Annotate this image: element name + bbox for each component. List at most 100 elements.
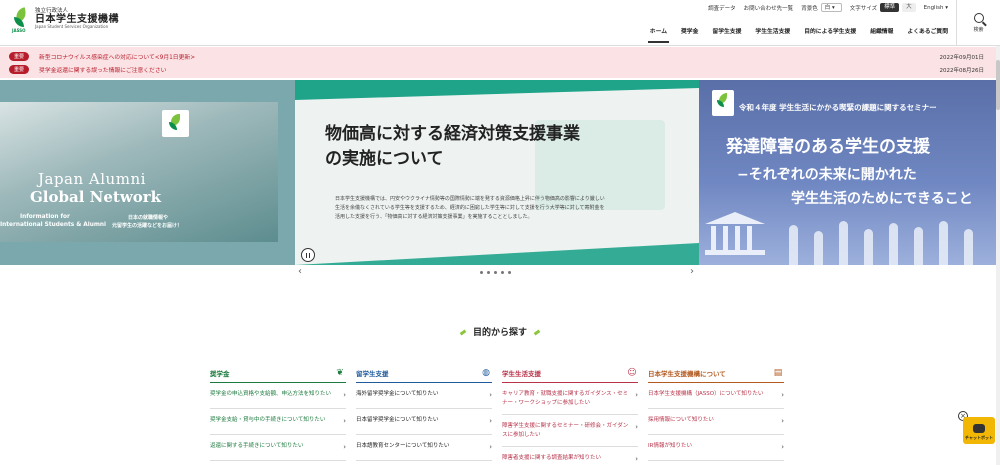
carousel-dots <box>480 271 511 274</box>
robot-icon <box>973 424 985 433</box>
notice-item[interactable]: 重要 奨学金返還に関する誤った情報にご注意ください 2022年08月26日 <box>9 65 989 74</box>
list-item[interactable]: 日本学生支援機構（JASSO）について知りたい › <box>648 383 784 409</box>
notice-date: 2022年08月26日 <box>939 67 985 74</box>
bg-color-label: 背景色 <box>801 5 818 12</box>
font-size-label: 文字サイズ <box>849 5 878 12</box>
jasso-logo-icon <box>712 90 734 116</box>
chevron-right-icon: › <box>489 442 492 451</box>
chevron-right-icon: › <box>781 442 784 451</box>
person-silhouette-icon <box>914 227 923 265</box>
notice-date: 2022年09月01日 <box>939 54 985 61</box>
chatbot-label: チャットボット <box>965 435 993 440</box>
list-item[interactable]: 障害学生支援に関するセミナー・研修会・ガイダンスに参加したい › <box>502 415 638 448</box>
category-intl-student: 留学生支援 ◍ 海外留学奨学金について知りたい › 日本留学奨学金について知りたい ›… <box>356 367 492 461</box>
alumni-title-1: Japan Alumni <box>38 170 146 188</box>
person-silhouette-icon <box>814 231 823 265</box>
contact-link[interactable]: お問い合わせ先一覧 <box>744 4 794 12</box>
nav-organization[interactable]: 組織情報 <box>870 26 893 43</box>
alumni-jp-2: 元留学生の活躍などをお届け！ <box>112 223 183 229</box>
slide-body: 日本学生支援機構では、円安やウクライナ情勢等の国際情勢に端を発する資源価格上昇に… <box>335 196 605 220</box>
logo-abbr: JASSO <box>12 28 26 33</box>
search-label: 検索 <box>973 27 984 33</box>
bg-color-select[interactable]: 白 ▾ <box>820 3 842 12</box>
list-item[interactable]: 奨学金支給・貸与中の手続きについて知りたい › <box>210 409 346 435</box>
category-header[interactable]: 留学生支援 ◍ <box>356 367 492 383</box>
carousel-pause-button[interactable] <box>301 248 315 262</box>
chevron-right-icon: › <box>343 416 346 425</box>
person-silhouette-icon <box>889 223 898 265</box>
hero-carousel: Japan Alumni Global Network Information … <box>0 80 1000 265</box>
globe-icon: ◍ <box>482 368 490 378</box>
page-scrollbar[interactable] <box>996 46 1000 465</box>
search-button[interactable]: 検索 <box>956 0 1000 46</box>
chevron-right-icon: › <box>489 416 492 425</box>
seminar-subtitle-1: −それぞれの未来に開かれた <box>737 167 917 183</box>
section-title: 目的から探す <box>0 325 1000 338</box>
category-header[interactable]: 学生生活支援 ☺ <box>502 367 638 383</box>
chevron-right-icon: › <box>343 442 346 451</box>
list-item[interactable]: 日本留学奨学金について知りたい › <box>356 409 492 435</box>
person-silhouette-icon <box>789 225 798 265</box>
list-item[interactable]: IR情報が知りたい › <box>648 435 784 461</box>
list-item[interactable]: 奨学金の申込資格や支給額、申込方法を知りたい › <box>210 383 346 409</box>
leaf-icon <box>459 329 467 336</box>
list-item[interactable]: 障害者支援に関する調査結果が知りたい › <box>502 447 638 465</box>
nav-scholarship[interactable]: 奨学金 <box>681 26 698 43</box>
nav-home[interactable]: ホーム <box>647 26 670 43</box>
carousel-dot[interactable] <box>487 271 490 274</box>
person-silhouette-icon <box>964 229 973 265</box>
nav-by-purpose[interactable]: 目的による学生支援 <box>804 26 856 43</box>
important-notices: 重要 新型コロナウイルス感染症への対応について<9月1日更新> 2022年09月… <box>0 47 1000 78</box>
slide-alumni-network[interactable]: Japan Alumni Global Network Information … <box>0 80 295 265</box>
language-select[interactable]: English ▾ <box>924 5 948 11</box>
people-icon: ☺ <box>627 368 637 378</box>
utility-bar: 調査データ お問い合わせ先一覧 背景色 白 ▾ 文字サイズ 標準 大 Engli… <box>708 3 948 12</box>
list-item[interactable]: 海外留学奨学金について知りたい › <box>356 383 492 409</box>
nav-faq[interactable]: よくあるご質問 <box>907 26 948 43</box>
carousel-prev-arrow-icon[interactable]: ‹ <box>298 266 302 277</box>
university-building-icon <box>705 212 765 256</box>
seminar-title: 発達障害のある学生の支援 <box>726 137 930 157</box>
category-header[interactable]: 日本学生支援機構について ▤ <box>648 367 784 383</box>
carousel-dot[interactable] <box>494 271 497 274</box>
alumni-title-2: Global Network <box>30 188 162 206</box>
org-name-en: Japan Student Services Organization <box>35 24 109 30</box>
font-size-standard-button[interactable]: 標準 <box>880 3 900 12</box>
list-item[interactable]: 日本語教育センターについて知りたい › <box>356 435 492 461</box>
chevron-right-icon: › <box>343 391 346 399</box>
list-item[interactable]: キャリア教育・就職支援に関するガイダンス・セミナー・ワークショップに参加したい › <box>502 383 638 416</box>
slide-title: 物価高に対する経済対策支援事業 の実施について <box>325 124 580 169</box>
slide-economic-support[interactable]: 物価高に対する経済対策支援事業 の実施について 日本学生支援機構では、円安やウク… <box>295 80 699 265</box>
carousel-dot[interactable] <box>480 271 483 274</box>
carousel-next-arrow-icon[interactable]: › <box>690 266 694 277</box>
chevron-right-icon: › <box>635 391 638 399</box>
nav-intl-student[interactable]: 留学生支援 <box>712 26 741 43</box>
list-item[interactable]: 返還に関する手続きについて知りたい › <box>210 435 346 461</box>
category-header[interactable]: 奨学金 ❦ <box>210 367 346 383</box>
notice-text[interactable]: 奨学金返還に関する誤った情報にご注意ください <box>39 65 166 74</box>
site-logo[interactable]: JASSO 独立行政法人 日本学生支援機構 Japan Student Serv… <box>12 7 119 34</box>
alumni-sub-2: International Students & Alumni <box>0 222 107 228</box>
survey-link[interactable]: 調査データ <box>708 4 736 12</box>
global-nav: ホーム 奨学金 留学生支援 学生生活支援 目的による学生支援 組織情報 よくある… <box>647 26 948 43</box>
list-item[interactable]: 採用情報について知りたい › <box>648 409 784 435</box>
notice-text[interactable]: 新型コロナウイルス感染症への対応について<9月1日更新> <box>39 52 195 61</box>
carousel-dot[interactable] <box>501 271 504 274</box>
category-student-life: 学生生活支援 ☺ キャリア教育・就職支援に関するガイダンス・セミナー・ワークショッ… <box>502 367 638 465</box>
notice-item[interactable]: 重要 新型コロナウイルス感染症への対応について<9月1日更新> 2022年09月… <box>9 52 989 61</box>
person-silhouette-icon <box>864 229 873 265</box>
leaf-icon <box>533 329 541 336</box>
chatbot-button[interactable]: チャットボット <box>963 417 995 444</box>
carousel-controls: ‹ › <box>0 265 1000 279</box>
jasso-logo-icon: JASSO <box>12 7 29 34</box>
alumni-jp-1: 日本の就職情報や <box>128 215 169 221</box>
nav-student-life[interactable]: 学生生活支援 <box>755 26 790 43</box>
alumni-sub-1: Information for <box>20 214 70 220</box>
notice-tag: 重要 <box>9 65 30 74</box>
slide-seminar[interactable]: 令和４年度 学生生活にかかる喫緊の課題に関するセミナー 発達障害のある学生の支援… <box>699 80 1000 265</box>
carousel-dot[interactable] <box>508 271 511 274</box>
font-size-large-button[interactable]: 大 <box>902 3 916 12</box>
category-about-jasso: 日本学生支援機構について ▤ 日本学生支援機構（JASSO）について知りたい › 採… <box>648 367 784 461</box>
chevron-right-icon: › <box>781 391 784 399</box>
category-scholarship: 奨学金 ❦ 奨学金の申込資格や支給額、申込方法を知りたい › 奨学金支給・貸与中の手… <box>210 367 346 461</box>
